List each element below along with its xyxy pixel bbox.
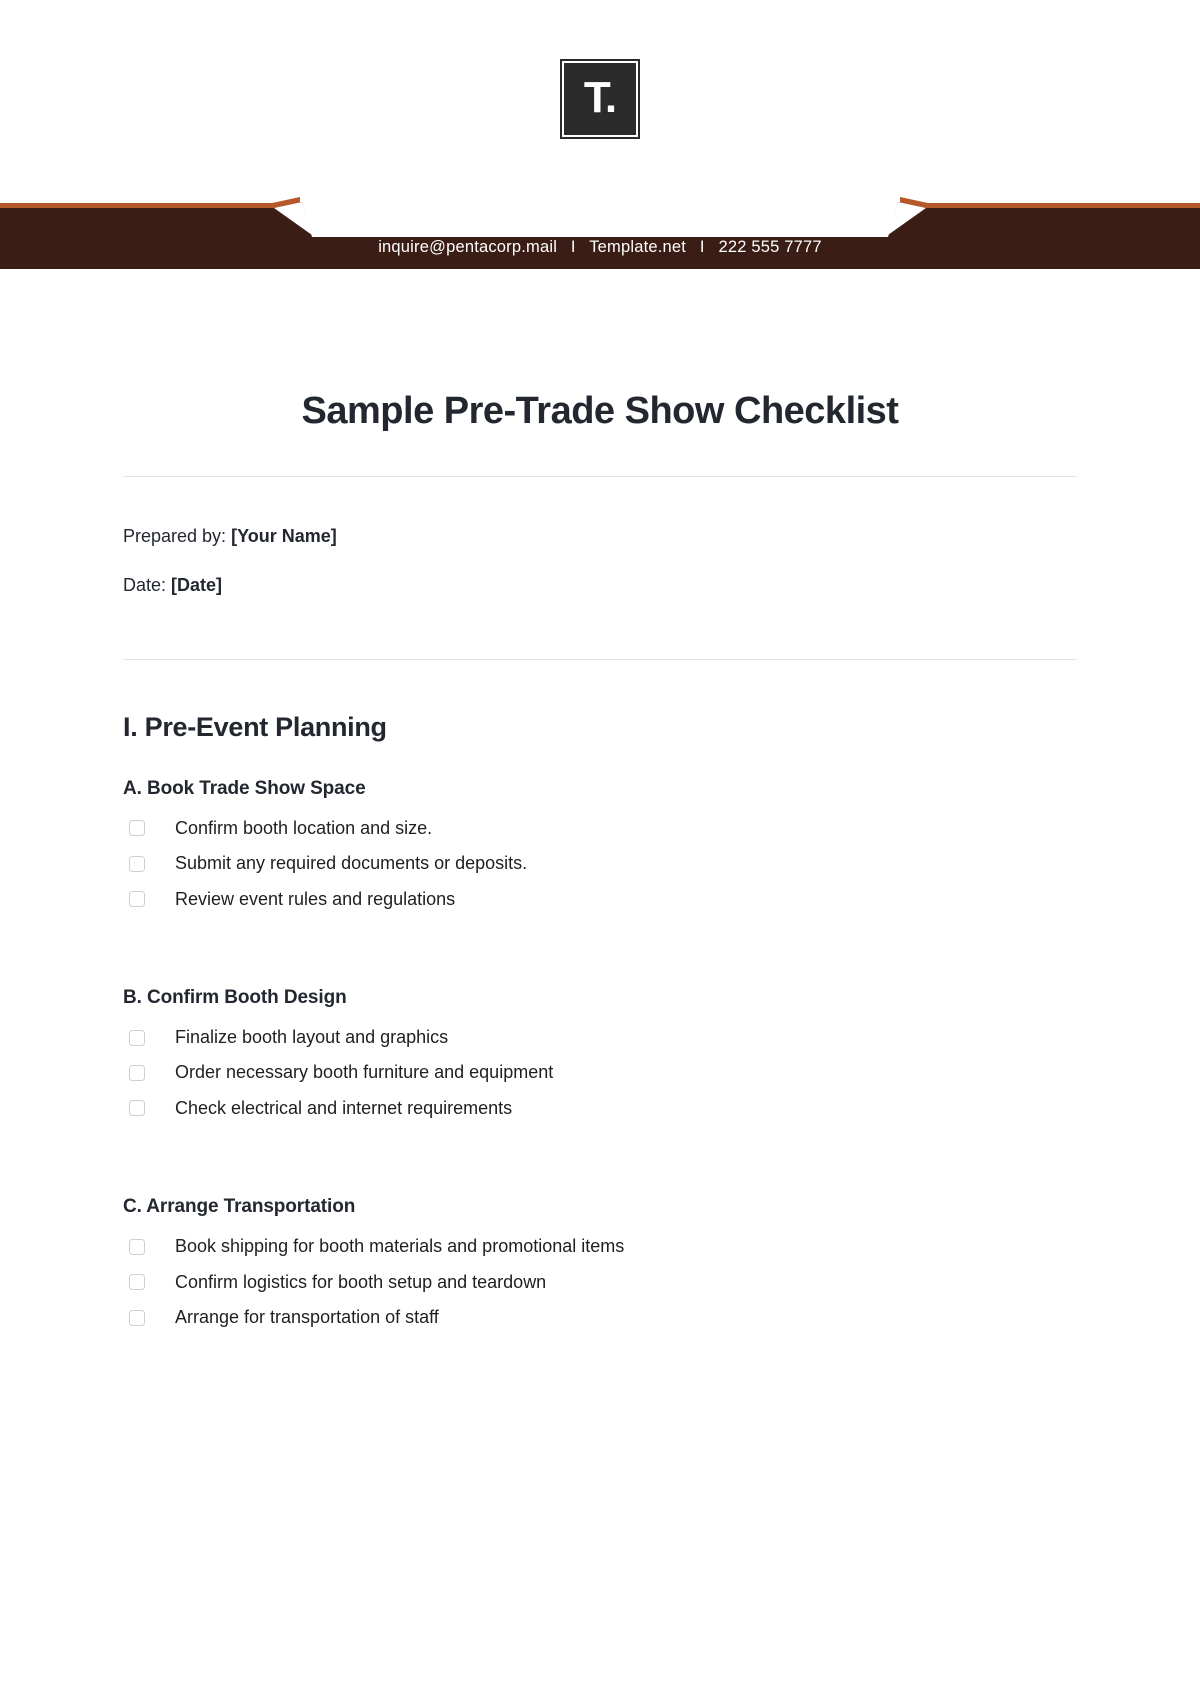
list-item[interactable]: Submit any required documents or deposit… xyxy=(123,852,1077,875)
check-label: Book shipping for booth materials and pr… xyxy=(175,1236,625,1257)
meta-label-prepared-by: Prepared by: xyxy=(123,525,227,546)
brand-logo: T. xyxy=(560,58,640,139)
checkbox-icon[interactable] xyxy=(129,1065,145,1082)
document-meta: Prepared by: [Your Name] Date: [Date] xyxy=(123,477,1077,598)
list-item[interactable]: Arrange for transportation of staff xyxy=(123,1306,1077,1329)
checkbox-icon[interactable] xyxy=(129,1238,145,1255)
list-item[interactable]: Confirm logistics for booth setup and te… xyxy=(123,1271,1077,1294)
list-item[interactable]: Check electrical and internet requiremen… xyxy=(123,1097,1077,1120)
checkbox-icon[interactable] xyxy=(129,891,145,908)
check-label: Arrange for transportation of staff xyxy=(175,1306,439,1327)
checkbox-icon[interactable] xyxy=(129,1029,145,1046)
list-item[interactable]: Confirm booth location and size. xyxy=(123,817,1077,840)
logo-tile: T. xyxy=(564,62,636,135)
list-item[interactable]: Book shipping for booth materials and pr… xyxy=(123,1235,1077,1258)
contact-line: inquire@pentacorp.mail I Template.net I … xyxy=(0,238,1200,257)
checkbox-icon[interactable] xyxy=(129,820,145,837)
checkbox-icon[interactable] xyxy=(129,1100,145,1117)
meta-row-prepared-by: Prepared by: [Your Name] xyxy=(123,523,1077,549)
check-label: Submit any required documents or deposit… xyxy=(175,853,528,874)
list-item[interactable]: Finalize booth layout and graphics xyxy=(123,1026,1077,1049)
meta-value-date[interactable]: [Date] xyxy=(171,575,222,595)
subsection-b: B. Confirm Booth Design Finalize booth l… xyxy=(123,987,1077,1120)
contact-phone[interactable]: 222 555 7777 xyxy=(718,238,821,256)
check-label: Confirm booth location and size. xyxy=(175,817,433,838)
subsection-c: C. Arrange Transportation Book shipping … xyxy=(123,1196,1077,1329)
meta-value-prepared-by[interactable]: [Your Name] xyxy=(231,526,337,546)
template-t-logo-icon: T. xyxy=(583,72,617,122)
checklist-a: Confirm booth location and size. Submit … xyxy=(123,817,1077,911)
meta-row-date: Date: [Date] xyxy=(123,572,1077,598)
section-heading-1: I. Pre-Event Planning xyxy=(123,711,387,742)
contact-separator-2: I xyxy=(699,238,705,256)
check-label: Confirm logistics for booth setup and te… xyxy=(175,1271,547,1292)
checklist-c: Book shipping for booth materials and pr… xyxy=(123,1235,1077,1329)
spacer-a-b xyxy=(123,911,1077,949)
subsection-a: A. Book Trade Show Space Confirm booth l… xyxy=(123,778,1077,911)
subsection-heading-b: B. Confirm Booth Design xyxy=(123,986,347,1008)
checklist-b: Finalize booth layout and graphics Order… xyxy=(123,1026,1077,1120)
check-label: Order necessary booth furniture and equi… xyxy=(175,1062,554,1083)
list-item[interactable]: Review event rules and regulations xyxy=(123,888,1077,911)
subsection-heading-a: A. Book Trade Show Space xyxy=(123,777,366,799)
header-band: inquire@pentacorp.mail I Template.net I … xyxy=(0,197,1200,269)
subsection-heading-c: C. Arrange Transportation xyxy=(123,1196,356,1218)
check-label: Finalize booth layout and graphics xyxy=(175,1026,449,1047)
check-label: Review event rules and regulations xyxy=(175,888,456,909)
checkbox-icon[interactable] xyxy=(129,855,145,872)
checkbox-icon[interactable] xyxy=(129,1309,145,1326)
contact-separator-1: I xyxy=(570,238,576,256)
contact-email[interactable]: inquire@pentacorp.mail xyxy=(378,238,557,256)
divider-middle xyxy=(123,658,1077,660)
checkbox-icon[interactable] xyxy=(129,1274,145,1291)
meta-label-date: Date: xyxy=(123,574,167,595)
header-band-shape xyxy=(0,197,1200,269)
list-item[interactable]: Order necessary booth furniture and equi… xyxy=(123,1061,1077,1084)
check-label: Check electrical and internet requiremen… xyxy=(175,1097,513,1118)
page-title: Sample Pre-Trade Show Checklist xyxy=(301,390,899,432)
document-body: Sample Pre-Trade Show Checklist Prepared… xyxy=(0,389,1200,1329)
contact-website[interactable]: Template.net xyxy=(589,238,686,256)
spacer-b-c xyxy=(123,1120,1077,1158)
logo-area: T. xyxy=(0,0,1200,197)
